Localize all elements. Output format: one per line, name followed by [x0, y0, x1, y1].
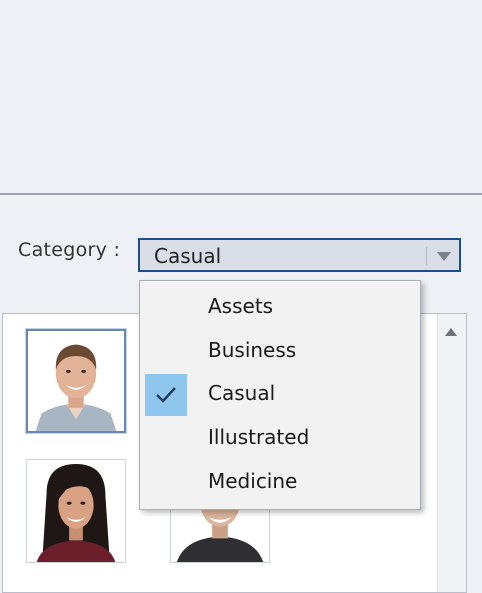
woman-portrait-icon [27, 460, 125, 562]
dropdown-item-assets[interactable]: Assets [140, 287, 420, 327]
dropdown-item-label: Assets [208, 294, 274, 318]
dropdown-item-label: Business [208, 338, 297, 362]
avatar-thumbnail[interactable] [26, 329, 126, 433]
dropdown-item-casual[interactable]: Casual [140, 374, 420, 416]
chevron-down-icon[interactable] [437, 252, 451, 261]
avatar-thumbnail[interactable] [26, 459, 126, 563]
dropdown-item-medicine[interactable]: Medicine [140, 462, 420, 502]
dropdown-item-label: Illustrated [208, 425, 310, 449]
checkmark-icon [145, 374, 187, 416]
scroll-up-arrow-icon[interactable] [445, 328, 457, 336]
select-separator [426, 247, 427, 265]
dropdown-item-label: Casual [208, 381, 276, 405]
category-dropdown-menu: Assets Business Casual Illustrated Medic… [139, 280, 421, 510]
category-select[interactable]: Casual [138, 238, 461, 272]
dropdown-item-label: Medicine [208, 469, 298, 493]
dropdown-item-illustrated[interactable]: Illustrated [140, 418, 420, 458]
category-select-value: Casual [154, 244, 222, 268]
category-label: Category : [18, 239, 121, 261]
section-divider [0, 193, 482, 195]
dropdown-item-business[interactable]: Business [140, 331, 420, 371]
man-portrait-icon [28, 331, 124, 431]
vertical-scrollbar[interactable] [437, 314, 466, 592]
